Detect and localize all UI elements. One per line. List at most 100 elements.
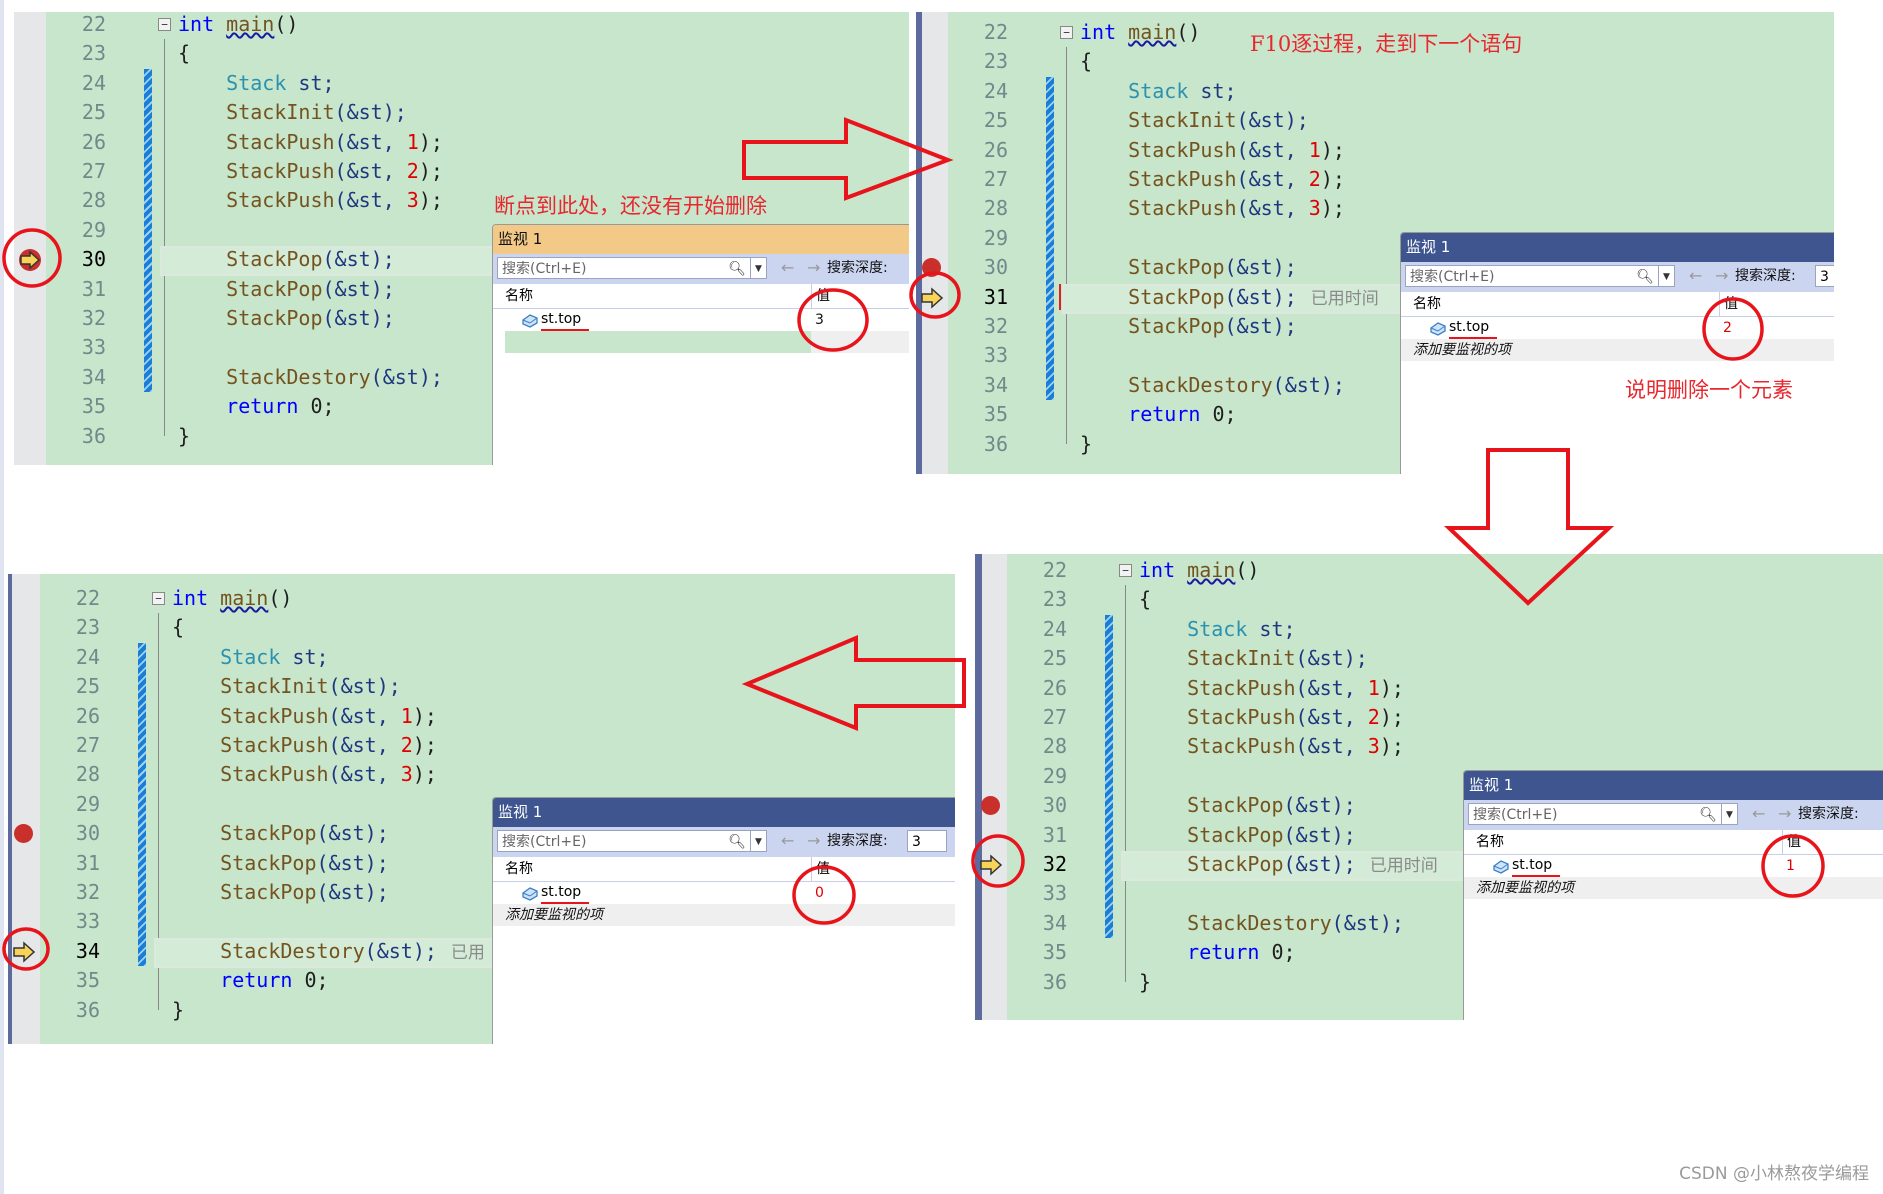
code-text[interactable]: int main() xyxy=(172,584,292,613)
code-text[interactable]: Stack st; xyxy=(1080,77,1236,106)
search-depth-select[interactable]: 3 xyxy=(1815,265,1834,287)
code-text[interactable]: int main() xyxy=(178,12,298,39)
forward-arrow-button[interactable]: → xyxy=(1778,803,1791,825)
watch-window-title[interactable]: 监视 1 xyxy=(1464,771,1883,800)
code-text[interactable]: StackPop(&st); xyxy=(172,849,389,878)
watch-row[interactable]: st.top 3 xyxy=(493,309,909,331)
add-watch-item[interactable]: 添加要监视的项 xyxy=(1464,877,1883,899)
code-text[interactable]: return 0; xyxy=(1080,400,1236,429)
column-value-header[interactable]: 值 xyxy=(1719,292,1738,316)
code-text[interactable]: } xyxy=(1139,968,1151,997)
code-text[interactable]: StackPush(&st, 1); xyxy=(1080,136,1345,165)
forward-arrow-button[interactable]: → xyxy=(1715,265,1728,287)
watch-row[interactable]: st.top 0 xyxy=(493,882,955,904)
code-text[interactable]: } xyxy=(172,996,184,1025)
code-text[interactable]: StackPop(&st); xyxy=(1139,791,1356,820)
code-text[interactable]: return 0; xyxy=(172,966,328,995)
code-text[interactable]: { xyxy=(178,39,190,68)
breakpoint-icon[interactable] xyxy=(14,824,33,844)
code-text[interactable]: StackPop(&st); xyxy=(172,878,389,907)
code-text[interactable]: StackDestory(&st); 已用 xyxy=(172,937,485,966)
code-text[interactable]: StackPop(&st); xyxy=(172,819,389,848)
back-arrow-button[interactable]: ← xyxy=(781,830,794,852)
code-text[interactable]: { xyxy=(1080,47,1092,76)
code-token: (&st); xyxy=(316,821,389,846)
code-text[interactable]: StackInit(&st); xyxy=(1139,644,1368,673)
search-depth-select[interactable]: 3 xyxy=(907,830,947,852)
column-name-header[interactable]: 名称 xyxy=(505,857,533,881)
code-text[interactable]: int main() xyxy=(1139,556,1259,585)
search-icon[interactable]: 🔍︎ xyxy=(728,831,746,853)
column-value-header[interactable]: 值 xyxy=(811,284,830,308)
column-name-header[interactable]: 名称 xyxy=(1413,292,1441,316)
code-text[interactable]: StackPush(&st, 1); xyxy=(1139,674,1404,703)
breakpoint-icon[interactable] xyxy=(981,796,1000,816)
watch-row[interactable]: st.top 1 xyxy=(1464,855,1883,877)
forward-arrow-button[interactable]: → xyxy=(807,830,820,852)
code-text[interactable]: StackInit(&st); xyxy=(172,672,401,701)
column-name-header[interactable]: 名称 xyxy=(505,284,533,308)
code-text[interactable]: StackPop(&st); xyxy=(1080,312,1297,341)
code-text[interactable]: StackInit(&st); xyxy=(178,98,407,127)
code-text[interactable]: { xyxy=(172,613,184,642)
code-text[interactable]: StackPush(&st, 2); xyxy=(178,157,443,186)
code-text[interactable]: StackPop(&st); 已用时间 xyxy=(1080,283,1379,312)
watch-row[interactable]: st.top 2 xyxy=(1401,317,1834,339)
code-text[interactable]: return 0; xyxy=(178,392,334,421)
code-text[interactable]: int main() xyxy=(1080,18,1200,47)
code-text[interactable]: StackPush(&st, 3); xyxy=(172,760,437,789)
code-text[interactable]: StackPush(&st, 2); xyxy=(1139,703,1404,732)
code-text[interactable]: StackPop(&st); xyxy=(178,245,395,274)
column-name-header[interactable]: 名称 xyxy=(1476,830,1504,854)
search-icon[interactable]: 🔍︎ xyxy=(1699,804,1717,826)
code-text[interactable]: { xyxy=(1139,585,1151,614)
watch-search-input[interactable]: 搜索(Ctrl+E) 🔍︎ ▼ xyxy=(497,830,767,852)
code-text[interactable]: StackPop(&st); xyxy=(178,304,395,333)
watch-search-input[interactable]: 搜索(Ctrl+E) 🔍︎ ▼ xyxy=(1468,803,1738,825)
search-dropdown-icon[interactable]: ▼ xyxy=(750,258,766,278)
line-number: 30 xyxy=(983,255,1008,280)
code-text[interactable]: StackPop(&st); xyxy=(178,275,395,304)
back-arrow-button[interactable]: ← xyxy=(781,257,794,279)
code-text[interactable]: StackDestory(&st); xyxy=(178,363,443,392)
code-text[interactable]: return 0; xyxy=(1139,938,1295,967)
code-text[interactable]: StackInit(&st); xyxy=(1080,106,1309,135)
back-arrow-button[interactable]: ← xyxy=(1689,265,1702,287)
search-dropdown-icon[interactable]: ▼ xyxy=(1658,266,1674,286)
code-text[interactable]: StackPush(&st, 3); xyxy=(1080,194,1345,223)
code-text[interactable]: } xyxy=(1080,430,1092,459)
column-value-header[interactable]: 值 xyxy=(811,857,830,881)
code-text[interactable]: StackPop(&st); 已用时间 xyxy=(1139,850,1438,879)
code-text[interactable]: StackPush(&st, 3); xyxy=(178,186,443,215)
code-text[interactable]: Stack st; xyxy=(178,69,334,98)
code-text[interactable]: Stack st; xyxy=(172,643,328,672)
add-watch-item[interactable]: 添加要监视的项 xyxy=(1401,339,1834,361)
breakpoint-icon[interactable] xyxy=(922,258,941,278)
watch-window-title[interactable]: 监视 1 xyxy=(1401,233,1834,262)
forward-arrow-button[interactable]: → xyxy=(807,257,820,279)
code-text[interactable]: Stack st; xyxy=(1139,615,1295,644)
code-text[interactable]: StackPush(&st, 3); xyxy=(1139,732,1404,761)
code-text[interactable]: StackPop(&st); xyxy=(1080,253,1297,282)
add-watch-item[interactable]: 添加要监视的项 xyxy=(493,904,955,926)
empty-watch-row[interactable] xyxy=(493,331,909,353)
watch-search-input[interactable]: 搜索(Ctrl+E) 🔍︎ ▼ xyxy=(1405,265,1675,287)
code-text[interactable]: StackPush(&st, 2); xyxy=(1080,165,1345,194)
code-text[interactable]: StackPush(&st, 2); xyxy=(172,731,437,760)
code-text[interactable]: StackPush(&st, 1); xyxy=(178,128,443,157)
column-value-header[interactable]: 值 xyxy=(1782,830,1801,854)
code-text[interactable]: StackPush(&st, 1); xyxy=(172,702,437,731)
code-text[interactable]: StackDestory(&st); xyxy=(1080,371,1345,400)
code-text[interactable]: StackPop(&st); xyxy=(1139,821,1356,850)
watch-search-input[interactable]: 搜索(Ctrl+E) 🔍︎ ▼ xyxy=(497,257,767,279)
code-text[interactable]: StackDestory(&st); xyxy=(1139,909,1404,938)
search-icon[interactable]: 🔍︎ xyxy=(728,258,746,280)
code-token: StackPush xyxy=(226,159,335,183)
search-dropdown-icon[interactable]: ▼ xyxy=(1721,804,1737,824)
search-icon[interactable]: 🔍︎ xyxy=(1636,266,1654,288)
search-dropdown-icon[interactable]: ▼ xyxy=(750,831,766,851)
code-text[interactable]: } xyxy=(178,422,190,451)
watch-window-title[interactable]: 监视 1 xyxy=(493,225,909,254)
watch-window-title[interactable]: 监视 1 xyxy=(493,798,955,827)
back-arrow-button[interactable]: ← xyxy=(1752,803,1765,825)
